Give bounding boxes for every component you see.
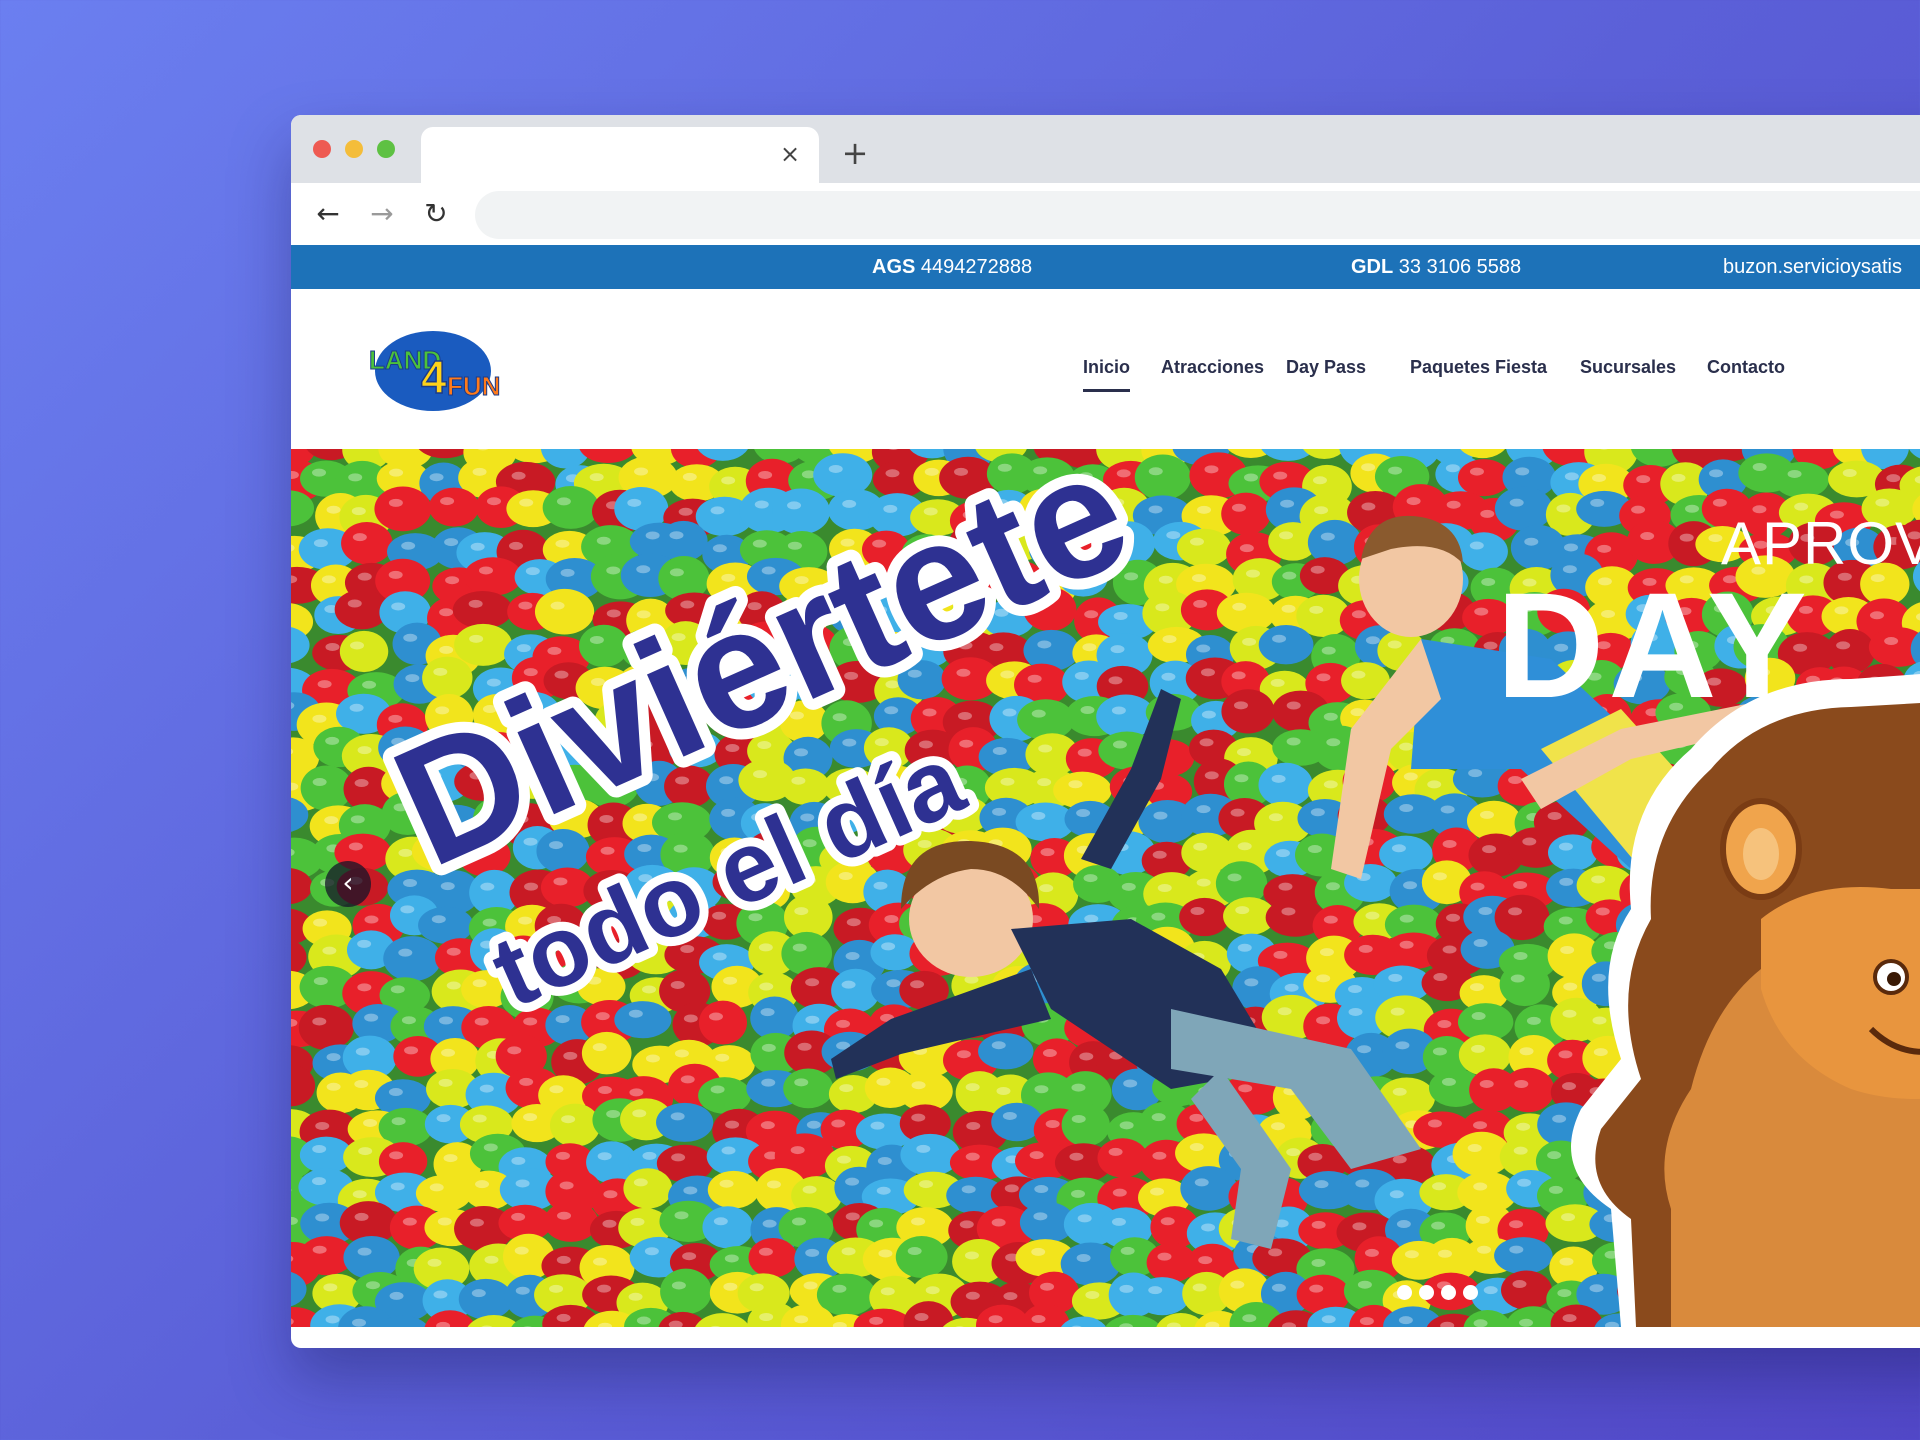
back-arrow-icon[interactable]: ← — [311, 197, 345, 231]
new-tab-button[interactable]: + — [837, 135, 873, 171]
forward-arrow-icon[interactable]: → — [365, 197, 399, 231]
browser-toolbar: ← → ↻ — [291, 183, 1920, 245]
ags-phone[interactable]: AGS 4494272888 — [872, 256, 1032, 279]
slide-dot[interactable] — [1419, 1285, 1434, 1300]
nav-inicio[interactable]: Inicio — [1083, 357, 1131, 392]
maximize-window-button[interactable] — [377, 140, 395, 158]
nav-atracciones[interactable]: Atracciones — [1161, 357, 1264, 378]
minimize-window-button[interactable] — [345, 140, 363, 158]
nav-contacto[interactable]: Contacto — [1707, 357, 1785, 378]
nav-day-pass[interactable]: Day Pass — [1286, 357, 1366, 378]
svg-text:4: 4 — [421, 351, 447, 403]
slide-dot[interactable] — [1463, 1285, 1478, 1300]
nav-paquetes-fiesta[interactable]: Paquetes Fiesta — [1410, 357, 1547, 378]
close-window-button[interactable] — [313, 140, 331, 158]
address-bar[interactable] — [475, 191, 1920, 239]
svg-text:FUN: FUN — [447, 371, 500, 401]
contact-email[interactable]: buzon.servicioysatis — [1723, 256, 1902, 279]
lion-mascot — [1571, 674, 1920, 1327]
slide-dot[interactable] — [1441, 1285, 1456, 1300]
nav-sucursales[interactable]: Sucursales — [1580, 357, 1676, 378]
gdl-phone[interactable]: GDL 33 3106 5588 — [1351, 256, 1521, 279]
land4fun-logo[interactable]: LAND 4 FUN — [365, 325, 501, 415]
contact-bar: AGS 4494272888 GDL 33 3106 5588 buzon.se… — [291, 245, 1920, 289]
slide-dot[interactable] — [1397, 1285, 1412, 1300]
prev-slide-button[interactable]: ‹ — [325, 861, 371, 907]
tab-bar: × + — [291, 115, 1920, 183]
site-header: LAND 4 FUN Inicio Atracciones Day Pass P… — [291, 289, 1920, 449]
browser-window: × + ← → ↻ AGS 4494272888 GDL 33 3106 558… — [291, 115, 1920, 1348]
hero-slider: Diviértete todo el día APROV DAY ‹ — [291, 449, 1920, 1327]
browser-tab[interactable]: × — [421, 127, 819, 183]
reload-icon[interactable]: ↻ — [419, 197, 453, 231]
close-icon[interactable]: × — [777, 141, 803, 167]
